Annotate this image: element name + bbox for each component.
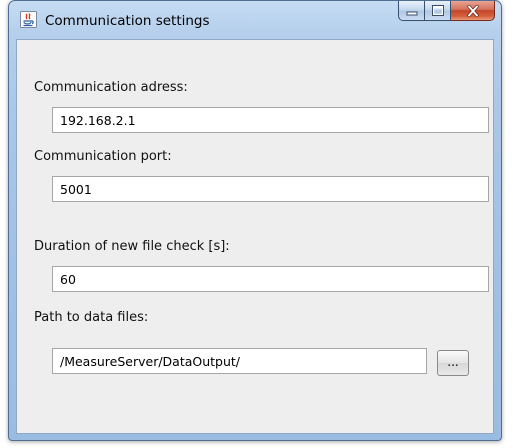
minimize-icon [406,11,417,15]
dialog-content [16,39,494,434]
window-title: Communication settings [45,13,210,29]
duration-label: Duration of new file check [s]: [34,239,230,254]
maximize-icon [431,4,444,16]
address-input[interactable] [52,107,489,133]
duration-input[interactable] [52,266,489,292]
close-button[interactable] [451,1,495,21]
title-bar[interactable]: Communication settings [9,1,501,39]
browse-button[interactable]: ... [437,350,469,376]
port-label: Communication port: [34,149,172,164]
path-input[interactable] [52,348,427,374]
minimize-button[interactable] [398,1,425,21]
caption-buttons [398,1,495,23]
port-input[interactable] [52,176,489,202]
java-icon[interactable] [20,11,37,28]
address-label: Communication adress: [34,80,188,95]
dialog-window: Communication settings [8,0,502,441]
path-label: Path to data files: [34,310,149,325]
close-icon [466,4,479,17]
maximize-button[interactable] [425,1,451,21]
